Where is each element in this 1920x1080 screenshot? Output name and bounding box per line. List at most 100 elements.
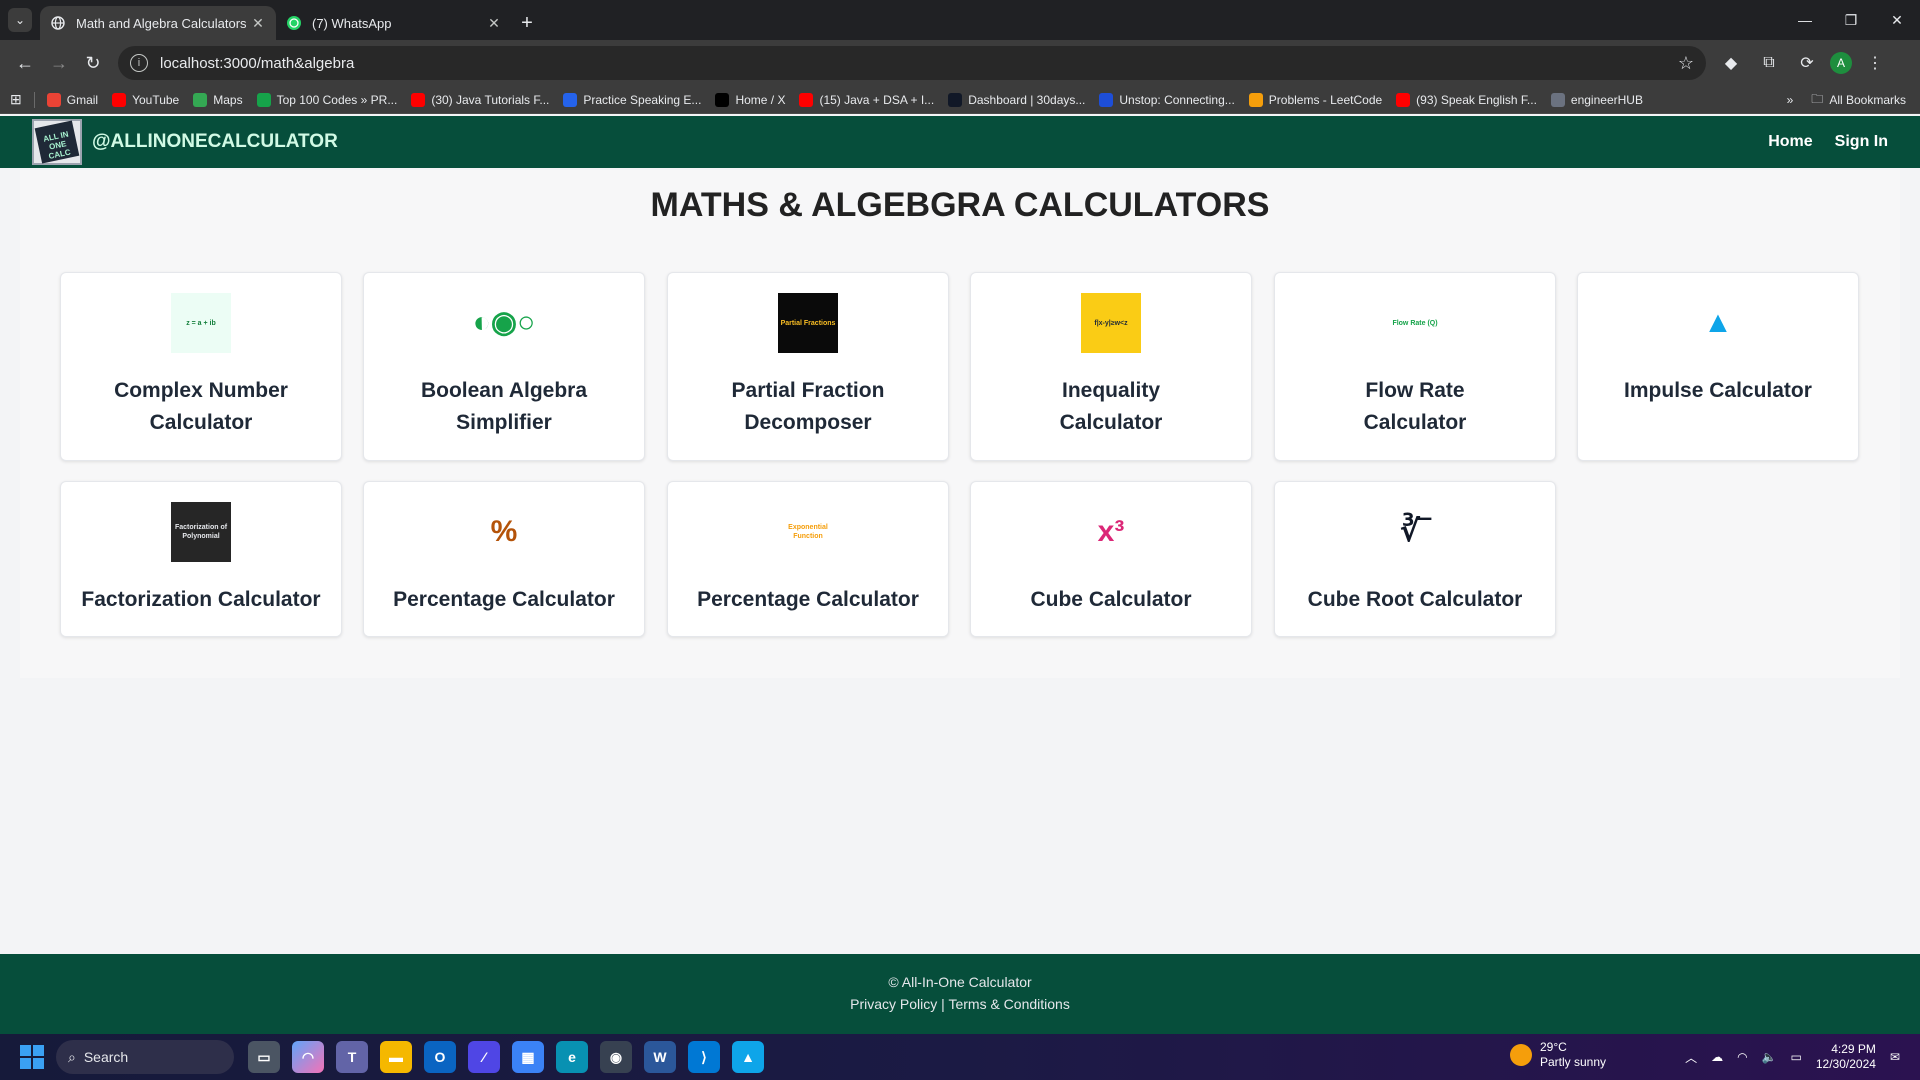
bookmark-item[interactable]: engineerHUB	[1550, 92, 1643, 107]
restore-icon[interactable]: ❐	[1828, 0, 1874, 40]
reload-icon[interactable]: ↻	[76, 46, 110, 80]
calculator-card[interactable]: Flow Rate (Q) Flow Rate Calculator	[1274, 272, 1556, 461]
app-icon[interactable]: ⁄	[468, 1041, 500, 1073]
calculator-name[interactable]: Impulse Calculator	[1584, 375, 1852, 407]
volume-icon[interactable]: 🔈	[1762, 1050, 1777, 1064]
calculator-name[interactable]: Cube Calculator	[1020, 584, 1201, 616]
back-icon[interactable]: ←	[8, 46, 42, 80]
bookmark-item[interactable]: (93) Speak English F...	[1396, 92, 1537, 107]
browser-toolbar: ← → ↻ i localhost:3000/math&algebra ☆ ◆ …	[0, 40, 1920, 86]
calculator-card[interactable]: Factorization of Polynomial Factorization…	[60, 481, 342, 637]
word-icon[interactable]: W	[644, 1041, 676, 1073]
bookmark-label: Practice Speaking E...	[583, 92, 702, 107]
calculator-card[interactable]: f|x-y|≥w<z Inequality Calculator	[970, 272, 1252, 461]
address-bar[interactable]: i localhost:3000/math&algebra ☆	[118, 46, 1706, 80]
calculator-name[interactable]: Cube Root Calculator	[1298, 584, 1533, 616]
bookmark-label: (30) Java Tutorials F...	[431, 92, 550, 107]
thumbnail-text: %	[490, 515, 518, 548]
task-view-icon[interactable]: ▭	[248, 1041, 280, 1073]
bookmark-item[interactable]: Practice Speaking E...	[563, 92, 702, 107]
calculator-card[interactable]: ◐◉○ Boolean Algebra Simplifier	[363, 272, 645, 461]
chevron-up-icon[interactable]: ︿	[1685, 1049, 1697, 1066]
weather-widget[interactable]: 29°C Partly sunny	[1510, 1040, 1606, 1070]
edge-icon[interactable]: e	[556, 1041, 588, 1073]
windows-start-icon[interactable]	[20, 1045, 44, 1069]
calculator-name[interactable]: Percentage Calculator	[687, 584, 929, 616]
kebab-menu-icon[interactable]: ⋮	[1860, 48, 1890, 78]
bookmark-star-icon[interactable]: ☆	[1678, 53, 1694, 74]
calculator-name[interactable]: Boolean Algebra Simplifier	[364, 375, 644, 439]
tab-whatsapp[interactable]: (7) WhatsApp ✕	[276, 6, 512, 40]
close-window-icon[interactable]: ✕	[1874, 0, 1920, 40]
copilot-icon[interactable]: ◠	[292, 1041, 324, 1073]
bookmark-label: (15) Java + DSA + I...	[819, 92, 935, 107]
clock[interactable]: 4:29 PM 12/30/2024	[1816, 1042, 1876, 1072]
profile-avatar[interactable]: A	[1830, 52, 1852, 74]
bookmark-item[interactable]: Maps	[193, 92, 243, 107]
close-icon[interactable]: ✕	[250, 15, 266, 32]
calculator-name[interactable]: Factorization Calculator	[71, 584, 330, 616]
bookmark-item[interactable]: Unstop: Connecting...	[1099, 92, 1235, 107]
site-info-icon[interactable]: i	[130, 54, 148, 72]
bookmark-item[interactable]: (30) Java Tutorials F...	[411, 92, 550, 107]
photos-icon[interactable]: ▲	[732, 1041, 764, 1073]
sync-icon[interactable]: ⟳	[1792, 48, 1822, 78]
nav-sign-in-link[interactable]: Sign In	[1835, 133, 1888, 151]
calculator-card[interactable]: % Percentage Calculator	[363, 481, 645, 637]
apps-grid-icon[interactable]: ⊞	[10, 91, 22, 108]
globe-icon	[50, 15, 66, 31]
vscode-icon[interactable]: ⟩	[688, 1041, 720, 1073]
puzzle-icon[interactable]: ⧉	[1754, 48, 1784, 78]
more-bookmarks-icon[interactable]: »	[1787, 93, 1794, 107]
nav-home-link[interactable]: Home	[1768, 133, 1812, 151]
chrome-icon[interactable]: ◉	[600, 1041, 632, 1073]
calculator-card[interactable]: ∛‾ Cube Root Calculator	[1274, 481, 1556, 637]
forward-icon[interactable]: →	[42, 46, 76, 80]
search-icon: ⌕	[68, 1048, 76, 1065]
extension-icon[interactable]: ◆	[1716, 48, 1746, 78]
bookmark-item[interactable]: Home / X	[715, 92, 785, 107]
wifi-icon[interactable]: ◠	[1737, 1050, 1747, 1064]
bookmark-item[interactable]: Dashboard | 30days...	[948, 92, 1085, 107]
store-icon[interactable]: ▦	[512, 1041, 544, 1073]
weather-temp: 29°C	[1540, 1040, 1567, 1054]
tab-search-button[interactable]: ⌄	[8, 8, 32, 32]
minimize-icon[interactable]: —	[1782, 0, 1828, 40]
site-logo[interactable]: ALL IN ONE CALC	[32, 119, 82, 165]
calculator-name[interactable]: Partial Fraction Decomposer	[668, 375, 948, 439]
brand-name[interactable]: @ALLINONECALCULATOR	[92, 131, 338, 153]
calculator-card[interactable]: x³ Cube Calculator	[970, 481, 1252, 637]
teams-icon[interactable]: T	[336, 1041, 368, 1073]
weather-text: 29°C Partly sunny	[1540, 1040, 1606, 1070]
file-explorer-icon[interactable]: ▬	[380, 1041, 412, 1073]
bookmark-item[interactable]: Problems - LeetCode	[1248, 92, 1382, 107]
bookmark-item[interactable]: Top 100 Codes » PR...	[256, 92, 397, 107]
calculator-card[interactable]: Exponential Function Percentage Calculato…	[667, 481, 949, 637]
close-icon[interactable]: ✕	[486, 15, 502, 32]
calculator-name[interactable]: Percentage Calculator	[383, 584, 625, 616]
calculator-name[interactable]: Inequality Calculator	[971, 375, 1251, 439]
calculator-thumbnail: ▲	[1688, 293, 1748, 353]
youtube-icon	[799, 92, 814, 107]
calculator-card[interactable]: Partial Fractions Partial Fraction Decomp…	[667, 272, 949, 461]
calculator-thumbnail: Factorization of Polynomial	[171, 502, 231, 562]
calculator-name[interactable]: Complex Number Calculator	[61, 375, 341, 439]
tab-math-algebra[interactable]: Math and Algebra Calculators ✕	[40, 6, 276, 40]
privacy-policy-link[interactable]: Privacy Policy	[850, 996, 937, 1012]
taskbar-search[interactable]: ⌕ Search	[56, 1040, 234, 1074]
bookmark-item[interactable]: (15) Java + DSA + I...	[799, 92, 935, 107]
url-text[interactable]: localhost:3000/math&algebra	[160, 55, 1678, 72]
outlook-icon[interactable]: O	[424, 1041, 456, 1073]
all-bookmarks-button[interactable]: 🗀 All Bookmarks	[1811, 90, 1906, 111]
battery-icon[interactable]: ▭	[1791, 1050, 1802, 1064]
bookmark-item[interactable]: YouTube	[112, 92, 179, 107]
calculator-name[interactable]: Flow Rate Calculator	[1275, 375, 1555, 439]
bookmark-item[interactable]: Gmail	[46, 92, 98, 107]
new-tab-button[interactable]: +	[512, 6, 542, 40]
calculator-card[interactable]: ▲ Impulse Calculator	[1577, 272, 1859, 461]
notification-icon[interactable]: ✉	[1890, 1050, 1900, 1064]
terms-link[interactable]: Terms & Conditions	[948, 996, 1069, 1012]
calculator-thumbnail: z = a + ib	[171, 293, 231, 353]
onedrive-icon[interactable]: ☁	[1711, 1050, 1723, 1064]
calculator-card[interactable]: z = a + ib Complex Number Calculator	[60, 272, 342, 461]
